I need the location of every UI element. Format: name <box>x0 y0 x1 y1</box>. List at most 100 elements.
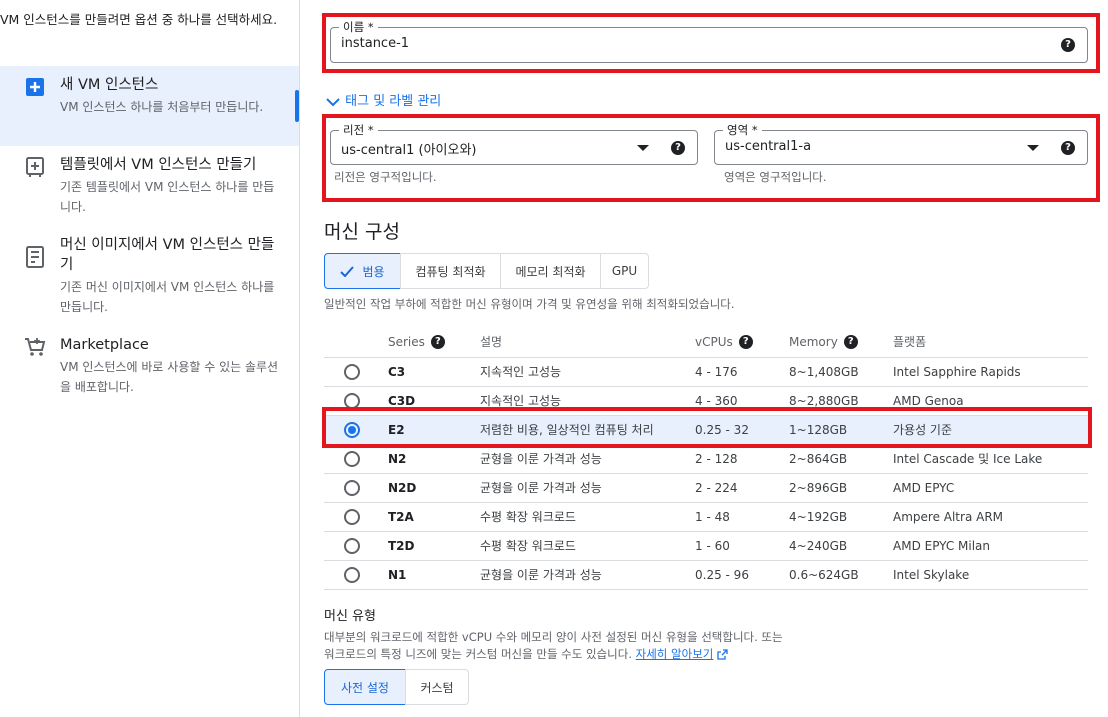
region-select[interactable]: 리전 * us-central1 (아이오와) ? <box>330 123 698 165</box>
help-icon[interactable]: ? <box>430 335 445 349</box>
column-header-series: Series? <box>388 327 480 358</box>
radio-button[interactable] <box>344 450 360 467</box>
option-title: 새 VM 인스턴스 <box>60 77 159 93</box>
help-icon[interactable]: ? <box>671 141 685 155</box>
series-memory: 4~240GB <box>789 531 893 561</box>
series-radio <box>324 473 388 503</box>
chevron-down-icon <box>326 97 340 106</box>
column-header-desc: 설명 <box>480 327 695 358</box>
series-radio <box>324 502 388 532</box>
series-row-t2d[interactable]: T2D 수평 확장 워크로드 1 - 60 4~240GB AMD EPYC Milan <box>324 531 1088 561</box>
option-desc: 기존 머신 이미지에서 VM 인스턴스 하나를 만듭니다. <box>60 280 275 314</box>
name-field[interactable]: 이름 * instance-1 ? <box>330 20 1088 63</box>
series-platform: Intel Cascade 및 Ice Lake <box>893 444 1088 474</box>
add-box-icon <box>26 78 44 96</box>
series-name: T2A <box>388 502 480 532</box>
dropdown-arrow-icon <box>637 145 649 151</box>
series-name: C3 <box>388 357 480 387</box>
zone-label: 영역 * <box>723 123 762 137</box>
series-vcpus: 2 - 224 <box>695 473 789 503</box>
series-desc: 균형을 이룬 가격과 성능 <box>480 560 695 590</box>
table-header-row: Series? 설명 vCPUs? Memory? 플랫폼 <box>324 327 1088 358</box>
series-name: T2D <box>388 531 480 561</box>
zone-select[interactable]: 영역 * us-central1-a ? <box>714 123 1088 165</box>
check-icon <box>340 265 355 277</box>
series-radio <box>324 357 388 387</box>
machine-type-desc-line2: 워크로드의 특정 니즈에 맞는 커스텀 머신을 만들 수도 있습니다. 자세히 … <box>324 646 728 662</box>
tab-label: 범용 <box>362 264 385 279</box>
tab-general-purpose[interactable]: 범용 <box>324 253 401 289</box>
option-from-machine-image[interactable]: 머신 이미지에서 VM 인스턴스 만들기 기존 머신 이미지에서 VM 인스턴스… <box>0 226 299 326</box>
option-new-vm-instance[interactable]: 새 VM 인스턴스 VM 인스턴스 하나를 처음부터 만듭니다. <box>0 66 299 146</box>
option-title: Marketplace <box>60 337 149 353</box>
radio-button[interactable] <box>344 479 360 496</box>
tab-label: 사전 설정 <box>341 680 389 695</box>
option-marketplace[interactable]: Marketplace VM 인스턴스에 바로 사용할 수 있는 솔루션을 배포… <box>0 326 299 406</box>
series-memory: 8~1,408GB <box>789 357 893 387</box>
machine-config-desc: 일반적인 작업 부하에 적합한 머신 유형이며 가격 및 유연성을 위해 최적화… <box>324 297 735 311</box>
tab-compute-optimized[interactable]: 컴퓨팅 최적화 <box>400 253 501 289</box>
external-link-icon <box>717 649 728 660</box>
series-desc: 균형을 이룬 가격과 성능 <box>480 473 695 503</box>
series-row-n2d[interactable]: N2D 균형을 이룬 가격과 성능 2 - 224 2~896GB AMD EPYC <box>324 473 1088 503</box>
series-platform: AMD EPYC Milan <box>893 531 1088 561</box>
template-add-icon <box>26 157 44 177</box>
series-platform: AMD EPYC <box>893 473 1088 503</box>
zone-value: us-central1-a <box>725 139 812 154</box>
series-memory: 2~864GB <box>789 444 893 474</box>
tab-gpu[interactable]: GPU <box>600 253 649 289</box>
radio-button[interactable] <box>344 537 360 554</box>
column-header-memory: Memory? <box>789 327 893 358</box>
option-from-template[interactable]: 템플릿에서 VM 인스턴스 만들기 기존 템플릿에서 VM 인스턴스 하나를 만… <box>0 146 299 226</box>
series-name: N2 <box>388 444 480 474</box>
tab-memory-optimized[interactable]: 메모리 최적화 <box>500 253 601 289</box>
series-row-c3[interactable]: C3 지속적인 고성능 4 - 176 8~1,408GB Intel Sapphire… <box>324 357 1088 387</box>
dropdown-arrow-icon <box>1027 145 1039 151</box>
radio-button[interactable] <box>344 363 360 380</box>
zone-hint: 영역은 영구적입니다. <box>724 170 827 184</box>
series-platform: Ampere Altra ARM <box>893 502 1088 532</box>
series-radio <box>324 531 388 561</box>
help-icon[interactable]: ? <box>738 335 753 349</box>
series-vcpus: 1 - 60 <box>695 531 789 561</box>
learn-more-link[interactable]: 자세히 알아보기 <box>636 647 714 661</box>
help-icon[interactable]: ? <box>843 335 858 349</box>
tab-label: 컴퓨팅 최적화 <box>415 264 486 279</box>
radio-button[interactable] <box>344 508 360 525</box>
radio-button[interactable] <box>344 566 360 583</box>
tab-custom[interactable]: 커스텀 <box>405 669 469 705</box>
series-name: N1 <box>388 560 480 590</box>
tab-label: 커스텀 <box>420 680 454 695</box>
region-label: 리전 * <box>339 123 378 137</box>
series-row-n2[interactable]: N2 균형을 이룬 가격과 성능 2 - 128 2~864GB Intel Casca… <box>324 444 1088 474</box>
series-platform: Intel Skylake <box>893 560 1088 590</box>
option-desc: VM 인스턴스에 바로 사용할 수 있는 솔루션을 배포합니다. <box>60 360 279 394</box>
series-memory: 2~896GB <box>789 473 893 503</box>
tags-link-label: 태그 및 라벨 관리 <box>345 94 442 109</box>
create-option-sidebar: VM 인스턴스를 만들려면 옵션 중 하나를 선택하세요. 새 VM 인스턴스 … <box>0 0 300 717</box>
series-row-n1[interactable]: N1 균형을 이룬 가격과 성능 0.25 - 96 0.6~624GB Intel S… <box>324 560 1088 590</box>
series-memory: 0.6~624GB <box>789 560 893 590</box>
series-vcpus: 1 - 48 <box>695 502 789 532</box>
series-vcpus: 2 - 128 <box>695 444 789 474</box>
region-hint: 리전은 영구적입니다. <box>334 170 437 184</box>
series-desc: 균형을 이룬 가격과 성능 <box>480 444 695 474</box>
column-header-vcpus: vCPUs? <box>695 327 789 358</box>
highlight-e2-row <box>322 407 1092 448</box>
machine-config-heading: 머신 구성 <box>324 221 400 243</box>
tab-preset[interactable]: 사전 설정 <box>324 669 406 705</box>
machine-type-desc-line1: 대부분의 워크로드에 적합한 vCPU 수와 메모리 양이 사전 설정된 머신 … <box>324 630 783 644</box>
series-desc: 수평 확장 워크로드 <box>480 531 695 561</box>
series-name: N2D <box>388 473 480 503</box>
tags-labels-toggle[interactable]: 태그 및 라벨 관리 <box>325 90 441 109</box>
option-title: 템플릿에서 VM 인스턴스 만들기 <box>60 157 257 173</box>
column-header-platform: 플랫폼 <box>893 327 1088 358</box>
series-row-t2a[interactable]: T2A 수평 확장 워크로드 1 - 48 4~192GB Ampere Altra A… <box>324 502 1088 532</box>
option-title: 머신 이미지에서 VM 인스턴스 만들기 <box>60 237 275 273</box>
help-icon[interactable]: ? <box>1061 141 1075 155</box>
machine-type-heading: 머신 유형 <box>324 609 376 624</box>
series-radio <box>324 560 388 590</box>
series-desc: 지속적인 고성능 <box>480 357 695 387</box>
series-memory: 4~192GB <box>789 502 893 532</box>
help-icon[interactable]: ? <box>1061 38 1075 52</box>
